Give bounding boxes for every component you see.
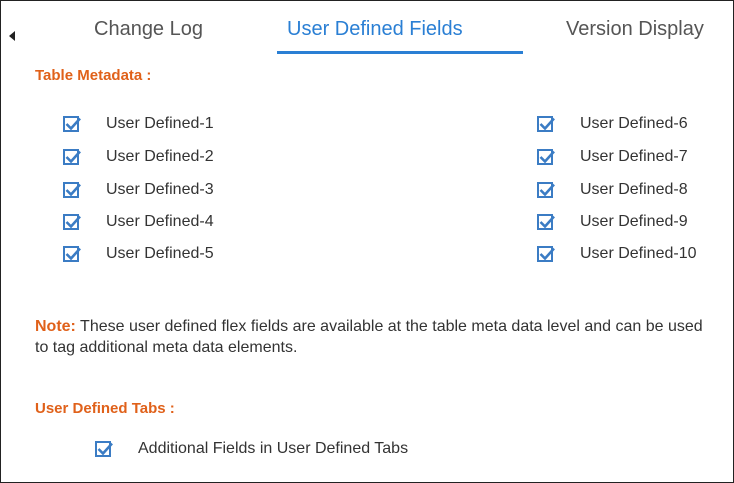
active-tab-indicator — [277, 51, 523, 54]
tab-version-display[interactable]: Version Display — [566, 18, 704, 41]
note-body: These user defined flex fields are avail… — [35, 318, 703, 356]
note-text: Note: These user defined flex fields are… — [35, 316, 715, 358]
caret-left-icon[interactable] — [9, 31, 15, 41]
checkbox-checked-icon[interactable] — [63, 149, 81, 165]
note-label: Note: — [35, 318, 76, 335]
checkbox-label: User Defined-7 — [580, 148, 688, 165]
checkbox-label: User Defined-1 — [106, 115, 214, 132]
checkbox-checked-icon[interactable] — [95, 441, 113, 457]
user-defined-7-checkbox[interactable]: User Defined-7 — [537, 146, 688, 168]
checkbox-label: User Defined-10 — [580, 245, 697, 262]
tab-user-defined-fields[interactable]: User Defined Fields — [287, 18, 463, 41]
user-defined-10-checkbox[interactable]: User Defined-10 — [537, 243, 697, 265]
checkbox-label: User Defined-9 — [580, 213, 688, 230]
user-defined-5-checkbox[interactable]: User Defined-5 — [63, 243, 214, 265]
user-defined-fields-panel: Change Log User Defined Fields Version D… — [0, 0, 734, 483]
checkbox-checked-icon[interactable] — [537, 214, 555, 230]
checkbox-checked-icon[interactable] — [63, 116, 81, 132]
checkbox-checked-icon[interactable] — [63, 246, 81, 262]
checkbox-label: Additional Fields in User Defined Tabs — [138, 440, 409, 457]
user-defined-8-checkbox[interactable]: User Defined-8 — [537, 179, 688, 201]
checkbox-label: User Defined-8 — [580, 181, 688, 198]
table-metadata-heading: Table Metadata : — [35, 67, 152, 84]
checkbox-label: User Defined-3 — [106, 181, 214, 198]
checkbox-label: User Defined-4 — [106, 213, 214, 230]
checkbox-checked-icon[interactable] — [537, 149, 555, 165]
checkbox-checked-icon[interactable] — [537, 246, 555, 262]
user-defined-9-checkbox[interactable]: User Defined-9 — [537, 211, 688, 233]
user-defined-tabs-heading: User Defined Tabs : — [35, 400, 175, 417]
additional-fields-checkbox[interactable]: Additional Fields in User Defined Tabs — [95, 438, 408, 460]
user-defined-6-checkbox[interactable]: User Defined-6 — [537, 113, 688, 135]
checkbox-checked-icon[interactable] — [63, 182, 81, 198]
checkbox-label: User Defined-5 — [106, 245, 214, 262]
user-defined-2-checkbox[interactable]: User Defined-2 — [63, 146, 214, 168]
checkbox-label: User Defined-6 — [580, 115, 688, 132]
user-defined-3-checkbox[interactable]: User Defined-3 — [63, 179, 214, 201]
checkbox-checked-icon[interactable] — [537, 116, 555, 132]
tab-bar: Change Log User Defined Fields Version D… — [1, 1, 733, 54]
user-defined-1-checkbox[interactable]: User Defined-1 — [63, 113, 214, 135]
checkbox-checked-icon[interactable] — [537, 182, 555, 198]
user-defined-4-checkbox[interactable]: User Defined-4 — [63, 211, 214, 233]
checkbox-label: User Defined-2 — [106, 148, 214, 165]
checkbox-checked-icon[interactable] — [63, 214, 81, 230]
tab-change-log[interactable]: Change Log — [94, 18, 203, 41]
